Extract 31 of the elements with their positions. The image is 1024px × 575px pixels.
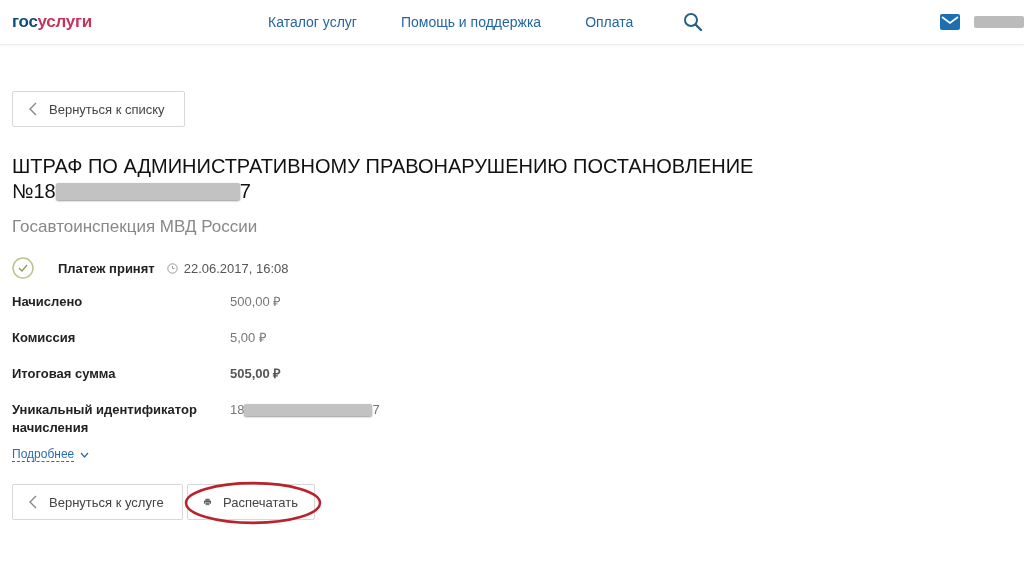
- back-button[interactable]: Вернуться к списку: [12, 91, 185, 127]
- status-datetime: 22.06.2017, 16:08: [183, 260, 289, 276]
- logo[interactable]: госуслуги: [12, 12, 268, 32]
- document-number: №18: [12, 179, 56, 203]
- search-icon[interactable]: [683, 12, 704, 32]
- more-link[interactable]: Подробнее: [12, 447, 90, 462]
- nav-link[interactable]: Помощь и поддержка: [400, 14, 542, 30]
- detail-value: 5,00 ₽: [230, 329, 267, 347]
- page-title: ШТРАФ ПО АДМИНИСТРАТИВНОМУ ПРАВОНАРУШЕНИЮ ПОСТАНОВЛЕНИЕ: [12, 154, 755, 179]
- redaction-bar: [974, 16, 1024, 28]
- back-button[interactable]: Вернуться к услуге: [12, 484, 183, 520]
- nav-link[interactable]: Оплата: [585, 14, 634, 30]
- chevron-left-icon: [29, 102, 37, 116]
- document-number: 7: [239, 179, 251, 203]
- print-button[interactable]: Распечатать: [187, 484, 315, 520]
- agency-name: Госавтоинспекция МВД России: [12, 217, 259, 237]
- detail-value: 18: [230, 401, 245, 419]
- detail-label: Итоговая сумма: [12, 365, 117, 383]
- detail-label: Комиссия: [12, 329, 77, 347]
- status-label: Платеж принят: [58, 260, 155, 276]
- detail-label: Начислено: [12, 293, 84, 311]
- chevron-left-icon: [29, 495, 37, 509]
- check-circle-icon: [12, 257, 34, 279]
- nav-link[interactable]: Каталог услуг: [268, 14, 357, 30]
- detail-value: 7: [372, 401, 380, 419]
- mail-icon[interactable]: [940, 14, 960, 30]
- detail-value: 505,00 ₽: [230, 365, 282, 383]
- detail-value: 500,00 ₽: [230, 293, 282, 311]
- detail-label: Уникальный идентификатор начисления: [12, 401, 198, 437]
- chevron-down-icon: [80, 451, 90, 458]
- clock-icon: [166, 262, 178, 274]
